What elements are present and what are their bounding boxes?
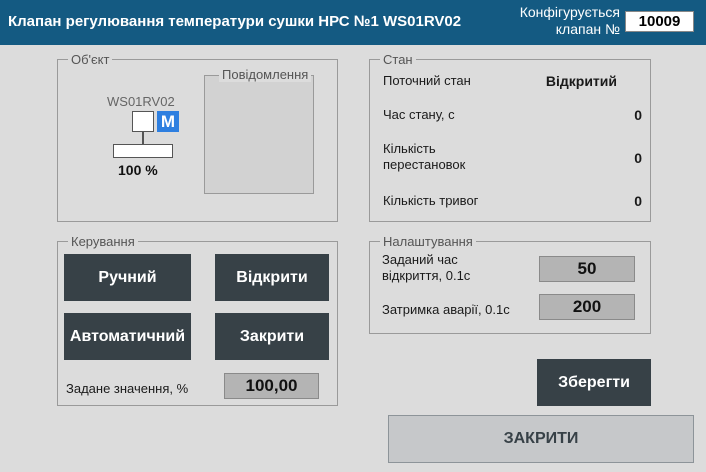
alarm-delay-input[interactable]: 200 (539, 294, 635, 320)
valve-stem-icon (142, 132, 144, 144)
alarm-count-value: 0 (634, 193, 642, 209)
valve-actuator-icon[interactable] (132, 111, 154, 132)
messages-title: Повідомлення (219, 67, 312, 82)
window-title: Клапан регулювання температури сушки НРС… (8, 13, 462, 30)
open-time-input[interactable]: 50 (539, 256, 635, 282)
switch-count-label: Кількість перестановок (383, 141, 466, 172)
manual-mode-badge: M (157, 111, 179, 132)
setpoint-input[interactable]: 100,00 (224, 373, 319, 399)
state-time-value: 0 (634, 107, 642, 123)
setpoint-label: Задане значення, % (66, 381, 189, 396)
configured-valve-label-line1: Конфігурується (519, 4, 620, 20)
open-time-label: Заданий час відкриття, 0.1с (382, 252, 471, 283)
auto-mode-button[interactable]: Автоматичний (64, 313, 191, 360)
alarm-count-label: Кількість тривог (383, 193, 479, 208)
close-window-button[interactable]: ЗАКРИТИ (388, 415, 694, 463)
switch-count-value: 0 (634, 150, 642, 166)
object-group-legend: Об'єкт (71, 52, 110, 67)
control-group-legend: Керування (71, 234, 135, 249)
valve-body-icon[interactable] (113, 144, 173, 158)
valve-tag: WS01RV02 (107, 94, 175, 109)
header-bar: Клапан регулювання температури сушки НРС… (0, 0, 706, 45)
configured-valve-number[interactable]: 10009 (625, 11, 694, 32)
alarm-delay-label: Затримка аварії, 0.1с (382, 302, 510, 317)
messages-panel: Повідомлення (204, 67, 314, 194)
state-group-legend: Стан (383, 52, 413, 67)
configured-valve-label-line2: клапан № (555, 21, 620, 37)
save-button[interactable]: Зберегти (537, 359, 651, 406)
open-valve-button[interactable]: Відкрити (215, 254, 329, 301)
current-state-value: Відкритий (545, 73, 617, 89)
settings-group-legend: Налаштування (383, 234, 473, 249)
valve-position-value: 100 % (118, 162, 158, 178)
state-time-label: Час стану, с (383, 107, 455, 122)
close-valve-button[interactable]: Закрити (215, 313, 329, 360)
configured-valve-label: Конфігурується клапан № (502, 4, 620, 38)
manual-mode-button[interactable]: Ручний (64, 254, 191, 301)
